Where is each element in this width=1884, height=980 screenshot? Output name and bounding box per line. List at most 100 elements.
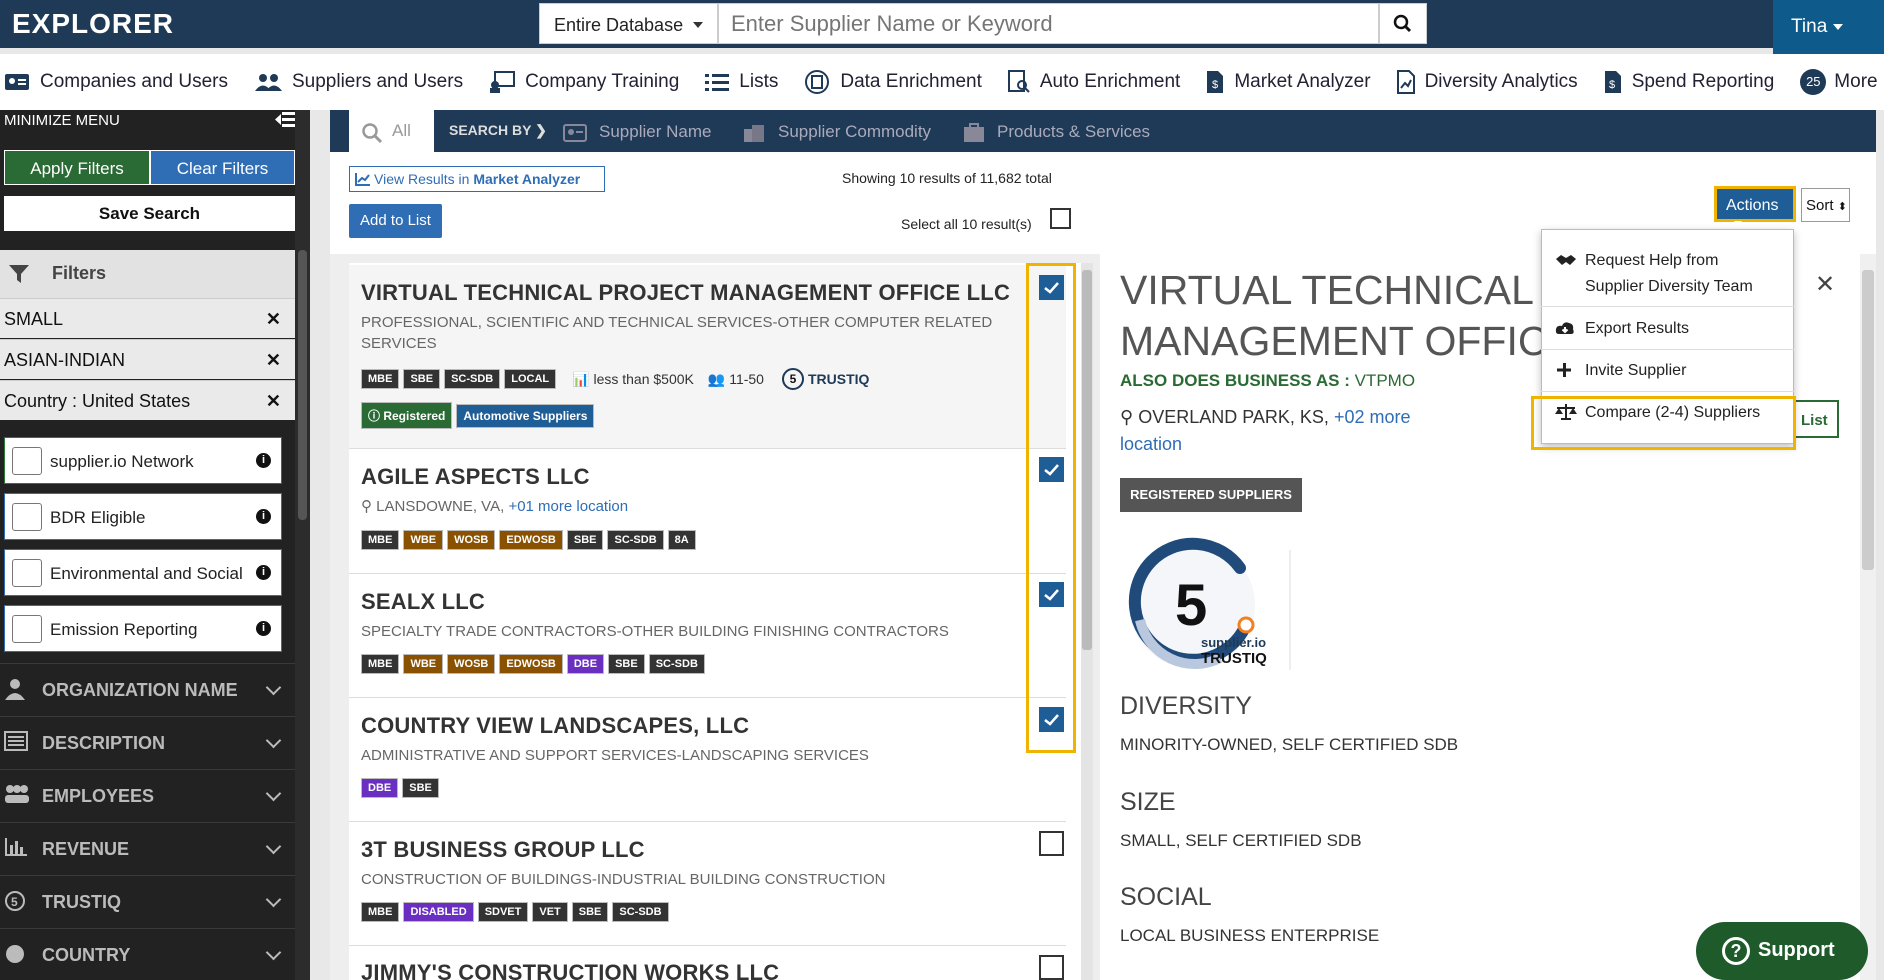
menu-divider bbox=[1541, 306, 1794, 307]
user-menu-button[interactable]: Tina bbox=[1773, 0, 1884, 54]
info-icon[interactable]: i bbox=[256, 621, 271, 636]
chevron-down-icon bbox=[265, 732, 282, 749]
filter-checkbox[interactable] bbox=[12, 503, 42, 531]
bar-chart-icon bbox=[5, 838, 27, 856]
svg-text:$: $ bbox=[1609, 79, 1615, 91]
chevron-right-icon: ❯ bbox=[535, 122, 547, 138]
nav-diversity-analytics[interactable]: Diversity Analytics bbox=[1396, 70, 1578, 94]
sidebar-scroll-thumb[interactable] bbox=[298, 250, 307, 520]
sort-button[interactable]: Sort ⬍ bbox=[1801, 188, 1850, 222]
result-card[interactable]: AGILE ASPECTS LLC ⚲ LANSDOWNE, VA, +01 m… bbox=[349, 449, 1066, 574]
cert-tag: MBE bbox=[361, 902, 400, 922]
employees-info: 👥 11-50 bbox=[707, 370, 764, 387]
tab-all[interactable]: All bbox=[349, 110, 434, 156]
filter-chip: ASIAN-INDIAN ✕ bbox=[0, 339, 295, 379]
section-trustiq[interactable]: 5 TRUSTIQ bbox=[0, 875, 295, 927]
products-icon bbox=[964, 122, 984, 142]
supplier-name[interactable]: SEALX LLC bbox=[361, 589, 485, 615]
supplier-name[interactable]: COUNTRY VIEW LANDSCAPES, LLC bbox=[361, 713, 749, 739]
result-card[interactable]: SEALX LLC SPECIALTY TRADE CONTRACTORS-OT… bbox=[349, 574, 1066, 698]
cert-tag: WOSB bbox=[447, 530, 496, 550]
result-card[interactable]: 3T BUSINESS GROUP LLC CONSTRUCTION OF BU… bbox=[349, 822, 1066, 946]
search-button[interactable] bbox=[1379, 3, 1427, 44]
explorer-logo[interactable]: EXPLORER bbox=[12, 8, 174, 40]
result-card[interactable]: VIRTUAL TECHNICAL PROJECT MANAGEMENT OFF… bbox=[349, 265, 1066, 449]
result-checkbox[interactable] bbox=[1039, 831, 1064, 856]
filter-checkbox[interactable] bbox=[12, 559, 42, 587]
detail-scroll-thumb[interactable] bbox=[1862, 270, 1874, 570]
sidebar-scrollbar[interactable] bbox=[295, 110, 310, 980]
filter-bdr-eligible[interactable]: BDR Eligible i bbox=[4, 493, 282, 540]
chevron-down-icon bbox=[265, 891, 282, 908]
section-revenue[interactable]: REVENUE bbox=[0, 822, 295, 874]
search-icon bbox=[362, 123, 383, 144]
minimize-menu-label[interactable]: MINIMIZE MENU bbox=[4, 110, 120, 129]
supplier-name[interactable]: 3T BUSINESS GROUP LLC bbox=[361, 837, 645, 863]
search-scope-dropdown[interactable]: Entire Database bbox=[539, 3, 718, 44]
tab-products-services[interactable]: Products & Services bbox=[963, 122, 1150, 143]
section-description[interactable]: DESCRIPTION bbox=[0, 716, 295, 768]
add-to-list-button[interactable]: Add to List bbox=[349, 204, 442, 238]
nav-auto-enrichment[interactable]: Auto Enrichment bbox=[1007, 70, 1180, 94]
nav-data-enrichment[interactable]: Data Enrichment bbox=[804, 69, 982, 95]
save-search-button[interactable]: Save Search bbox=[4, 196, 295, 231]
spend-reporting-icon: $ bbox=[1604, 71, 1621, 93]
filter-checkbox[interactable] bbox=[12, 615, 42, 643]
section-country[interactable]: COUNTRY bbox=[0, 928, 295, 980]
supplier-name[interactable]: AGILE ASPECTS LLC bbox=[361, 464, 590, 490]
select-all-checkbox[interactable] bbox=[1050, 208, 1071, 229]
result-card[interactable]: COUNTRY VIEW LANDSCAPES, LLC ADMINISTRAT… bbox=[349, 698, 1066, 822]
chevron-down-icon bbox=[265, 785, 282, 802]
filter-supplier-io-network[interactable]: supplier.io Network i bbox=[4, 437, 282, 484]
svg-text:$: $ bbox=[1212, 79, 1218, 91]
trustiq-badge: 5 TRUSTIQ bbox=[781, 368, 869, 390]
add-to-list-detail-button[interactable]: List bbox=[1794, 400, 1839, 438]
trust-score-value: 5 bbox=[1175, 573, 1208, 638]
tab-supplier-name[interactable]: Supplier Name bbox=[563, 122, 711, 143]
filter-environmental-social[interactable]: Environmental and Social i bbox=[4, 549, 282, 596]
filter-checkbox[interactable] bbox=[12, 447, 42, 475]
close-icon[interactable]: ✕ bbox=[1815, 270, 1835, 299]
tab-supplier-commodity[interactable]: Supplier Commodity bbox=[742, 122, 931, 143]
info-icon[interactable]: i bbox=[256, 453, 271, 468]
results-scroll-thumb[interactable] bbox=[1082, 270, 1092, 650]
support-button[interactable]: ? Support bbox=[1696, 922, 1868, 980]
results-count: Showing 10 results of 11,682 total bbox=[842, 170, 1052, 186]
menu-invite-supplier[interactable]: Invite Supplier bbox=[1541, 358, 1794, 384]
supplier-name[interactable]: JIMMY'S CONSTRUCTION WORKS LLC bbox=[361, 960, 779, 980]
info-icon[interactable]: i bbox=[256, 565, 271, 580]
info-icon[interactable]: i bbox=[256, 509, 271, 524]
size-value: SMALL, SELF CERTIFIED SDB bbox=[1120, 831, 1362, 850]
result-card[interactable]: JIMMY'S CONSTRUCTION WORKS LLC bbox=[349, 946, 1066, 980]
menu-export-results[interactable]: Export Results bbox=[1541, 316, 1794, 342]
result-checkbox[interactable] bbox=[1039, 955, 1064, 980]
more-location-link[interactable]: +01 more location bbox=[508, 498, 628, 515]
sort-icon: ⬍ bbox=[1837, 201, 1847, 213]
cert-tag: DBE bbox=[566, 654, 605, 674]
clear-filters-button[interactable]: Clear Filters bbox=[150, 150, 295, 185]
section-organization-name[interactable]: ORGANIZATION NAME bbox=[0, 663, 295, 715]
view-results-in-market-analyzer-link[interactable]: View Results in Market Analyzer bbox=[349, 166, 605, 192]
filter-emission-reporting[interactable]: Emission Reporting i bbox=[4, 605, 282, 652]
nav-suppliers-and-users[interactable]: Suppliers and Users bbox=[254, 71, 463, 93]
remove-filter-icon[interactable]: ✕ bbox=[266, 309, 281, 330]
section-employees[interactable]: EMPLOYEES bbox=[0, 769, 295, 821]
map-pin-icon: ⚲ bbox=[361, 498, 372, 515]
apply-filters-button[interactable]: Apply Filters bbox=[4, 150, 150, 185]
supplier-name[interactable]: VIRTUAL TECHNICAL PROJECT MANAGEMENT OFF… bbox=[361, 280, 1010, 306]
nav-companies-and-users[interactable]: Companies and Users bbox=[4, 71, 228, 93]
detail-location: ⚲ OVERLAND PARK, KS, +02 more location bbox=[1120, 407, 1411, 454]
remove-filter-icon[interactable]: ✕ bbox=[266, 350, 281, 371]
nav-company-training[interactable]: Company Training bbox=[489, 71, 679, 93]
search-input[interactable] bbox=[718, 3, 1379, 44]
map-pin-icon: ⚲ bbox=[1120, 407, 1134, 427]
remove-filter-icon[interactable]: ✕ bbox=[266, 391, 281, 412]
chevron-down-icon bbox=[265, 944, 282, 961]
actions-dropdown-button[interactable]: Actions bbox=[1714, 186, 1796, 227]
nav-more[interactable]: 25 More bbox=[1800, 69, 1884, 95]
tag-row: MBE SBE SC-SDB LOCAL 📊 less than $500K 👥… bbox=[361, 368, 869, 390]
menu-request-help[interactable]: Request Help from Supplier Diversity Team bbox=[1541, 248, 1794, 300]
nav-lists[interactable]: Lists bbox=[705, 71, 778, 93]
nav-spend-reporting[interactable]: $ Spend Reporting bbox=[1604, 70, 1774, 94]
nav-market-analyzer[interactable]: $ Market Analyzer bbox=[1206, 70, 1371, 94]
